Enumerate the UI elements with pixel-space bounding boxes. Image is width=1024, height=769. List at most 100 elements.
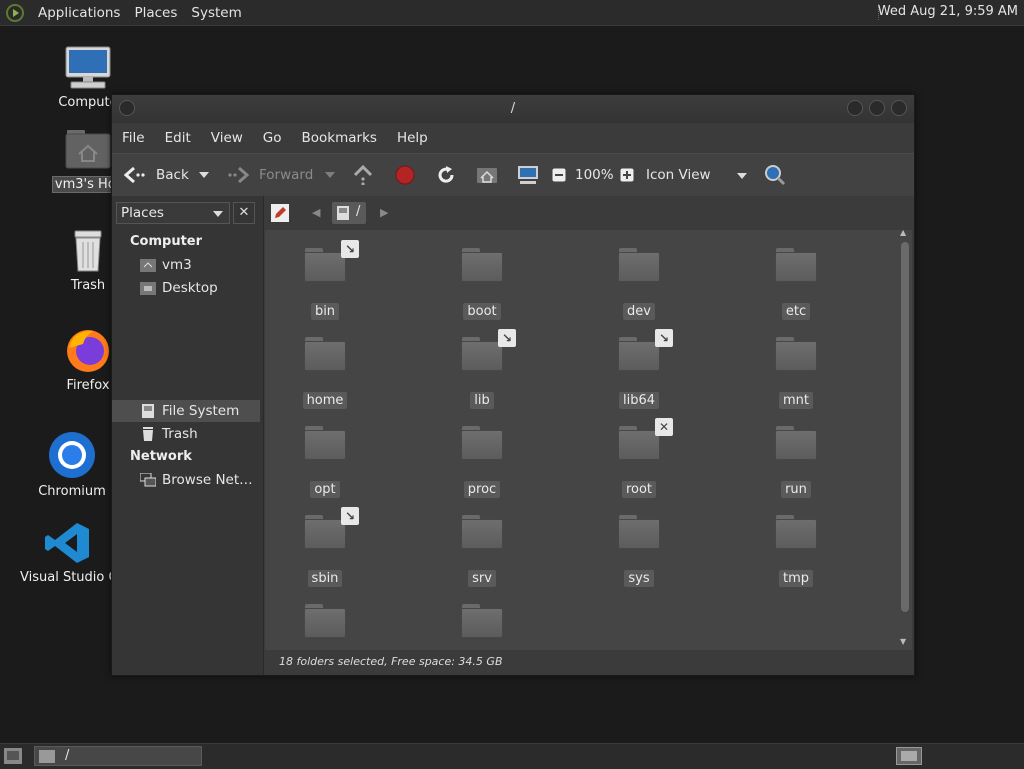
folder-item[interactable]: ✕ root [589, 418, 689, 498]
places-menu[interactable]: Places [134, 5, 177, 21]
path-segment-root[interactable]: / [332, 202, 366, 224]
sidebar-item-file-system[interactable]: File System [112, 400, 260, 422]
path-scroll-left[interactable]: ◀ [312, 206, 320, 219]
computer-button[interactable] [517, 165, 539, 185]
sidebar-item-browse-network[interactable]: Browse Net… [112, 469, 260, 491]
sidebar-item-vm3[interactable]: vm3 [112, 254, 260, 276]
folder-label: boot [463, 303, 501, 320]
symlink-emblem-icon: ↘ [341, 240, 359, 258]
folder-icon [461, 248, 503, 282]
folder-icon [304, 426, 346, 460]
folder-label: run [781, 481, 811, 498]
zoom-level[interactable]: 100% [575, 167, 614, 183]
minimize-button[interactable] [847, 100, 863, 116]
scroll-down-arrow[interactable]: ▼ [900, 637, 906, 646]
folder-icon [304, 604, 346, 638]
reload-button[interactable] [436, 165, 456, 185]
folder-icon [461, 515, 503, 549]
toolbar: Back Forward 100% Icon View [112, 153, 914, 197]
folder-item[interactable]: ↘ lib64 [589, 329, 689, 409]
gnome-logo-icon[interactable] [6, 3, 24, 22]
desktop-icon-label: Trash [70, 278, 106, 293]
folder-item[interactable]: etc [746, 248, 846, 320]
menu-edit[interactable]: Edit [165, 130, 191, 146]
drive-icon [337, 206, 349, 220]
folder-item[interactable]: ↘ sbin [275, 507, 375, 587]
folder-item[interactable]: run [746, 426, 846, 498]
sidebar-selector[interactable]: Places [116, 202, 230, 224]
folder-item[interactable] [432, 604, 532, 650]
folder-item[interactable]: boot [432, 248, 532, 320]
edit-location-button[interactable] [270, 203, 290, 227]
taskbar-item-file-manager[interactable]: / [34, 746, 202, 766]
reload-icon [438, 166, 454, 183]
file-manager-window: / File Edit View Go Bookmarks Help Back … [111, 94, 915, 676]
folder-item[interactable]: sys [589, 515, 689, 587]
menu-view[interactable]: View [211, 130, 243, 146]
folder-icon [775, 248, 817, 282]
folder-icon [461, 604, 503, 638]
folder-label: proc [463, 481, 501, 498]
desktop-vscode[interactable]: Visual Studio Co [18, 520, 126, 585]
status-bar: 18 folders selected, Free space: 34.5 GB [265, 650, 912, 674]
maximize-button[interactable] [869, 100, 885, 116]
top-panel: Applications Places System Wed Aug 21, 9… [0, 0, 1024, 26]
view-mode-select[interactable]: Icon View [646, 167, 752, 183]
stop-button[interactable] [395, 165, 415, 185]
folder-item[interactable]: opt [275, 426, 375, 498]
scroll-up-arrow[interactable]: ▲ [900, 228, 906, 237]
vscode-icon [45, 523, 89, 563]
chevron-down-icon [325, 172, 335, 178]
folder-label: srv [468, 570, 496, 587]
home-button[interactable] [476, 165, 498, 185]
sidebar-item-desktop[interactable]: Desktop [112, 277, 260, 299]
close-button[interactable] [891, 100, 907, 116]
show-desktop-button[interactable] [4, 748, 22, 768]
zoom-in-button[interactable] [620, 168, 634, 182]
stop-icon [395, 165, 415, 185]
menu-bookmarks[interactable]: Bookmarks [302, 130, 377, 146]
applications-menu[interactable]: Applications [38, 5, 120, 21]
chromium-icon [49, 432, 95, 478]
folder-item[interactable]: dev [589, 248, 689, 320]
back-button[interactable]: Back [124, 166, 189, 184]
forward-button[interactable]: Forward [227, 166, 313, 184]
clock[interactable]: Wed Aug 21, 9:59 AM [878, 4, 1018, 19]
scroll-thumb[interactable] [901, 242, 909, 612]
forward-history-dropdown[interactable] [325, 172, 335, 178]
folder-icon [304, 337, 346, 371]
close-sidebar-button[interactable]: ✕ [233, 202, 255, 224]
folder-item[interactable]: ↘ lib [432, 329, 532, 409]
window-titlebar[interactable]: / [112, 95, 914, 123]
drive-icon [142, 404, 154, 418]
vertical-scrollbar[interactable]: ▲ ▼ [899, 228, 910, 648]
zoom-out-button[interactable] [552, 168, 566, 182]
folder-item[interactable]: srv [432, 515, 532, 587]
sidebar: Places ✕ Computer vm3 Desktop File Syste… [112, 196, 264, 675]
path-scroll-right[interactable]: ▶ [380, 206, 388, 219]
folder-item[interactable]: home [275, 337, 375, 409]
up-button[interactable] [353, 165, 373, 185]
folder-label: lib [470, 392, 494, 409]
menu-help[interactable]: Help [397, 130, 428, 146]
menu-file[interactable]: File [122, 130, 145, 146]
desktop-chromium[interactable]: Chromium [22, 430, 122, 499]
computer-icon [518, 166, 538, 184]
menu-go[interactable]: Go [263, 130, 282, 146]
search-button[interactable] [764, 164, 786, 186]
folder-item[interactable]: ↘ bin [275, 240, 375, 320]
folder-item[interactable]: proc [432, 426, 532, 498]
back-history-dropdown[interactable] [199, 172, 209, 178]
desktop-folder-icon [140, 282, 156, 295]
folder-item[interactable]: mnt [746, 337, 846, 409]
folder-item[interactable]: tmp [746, 515, 846, 587]
system-menu[interactable]: System [191, 5, 241, 21]
folder-item[interactable] [275, 604, 375, 650]
sidebar-item-trash[interactable]: Trash [112, 423, 260, 445]
sidebar-item-label: File System [162, 403, 240, 419]
folder-label: opt [310, 481, 340, 498]
symlink-emblem-icon: ↘ [341, 507, 359, 525]
workspace-switcher[interactable] [896, 747, 922, 769]
close-icon: ✕ [238, 205, 250, 220]
icon-view[interactable]: ↘ bin boot dev etc home ↘ lib ↘ lib64 mnt opt proc ✕ r… [265, 230, 912, 650]
